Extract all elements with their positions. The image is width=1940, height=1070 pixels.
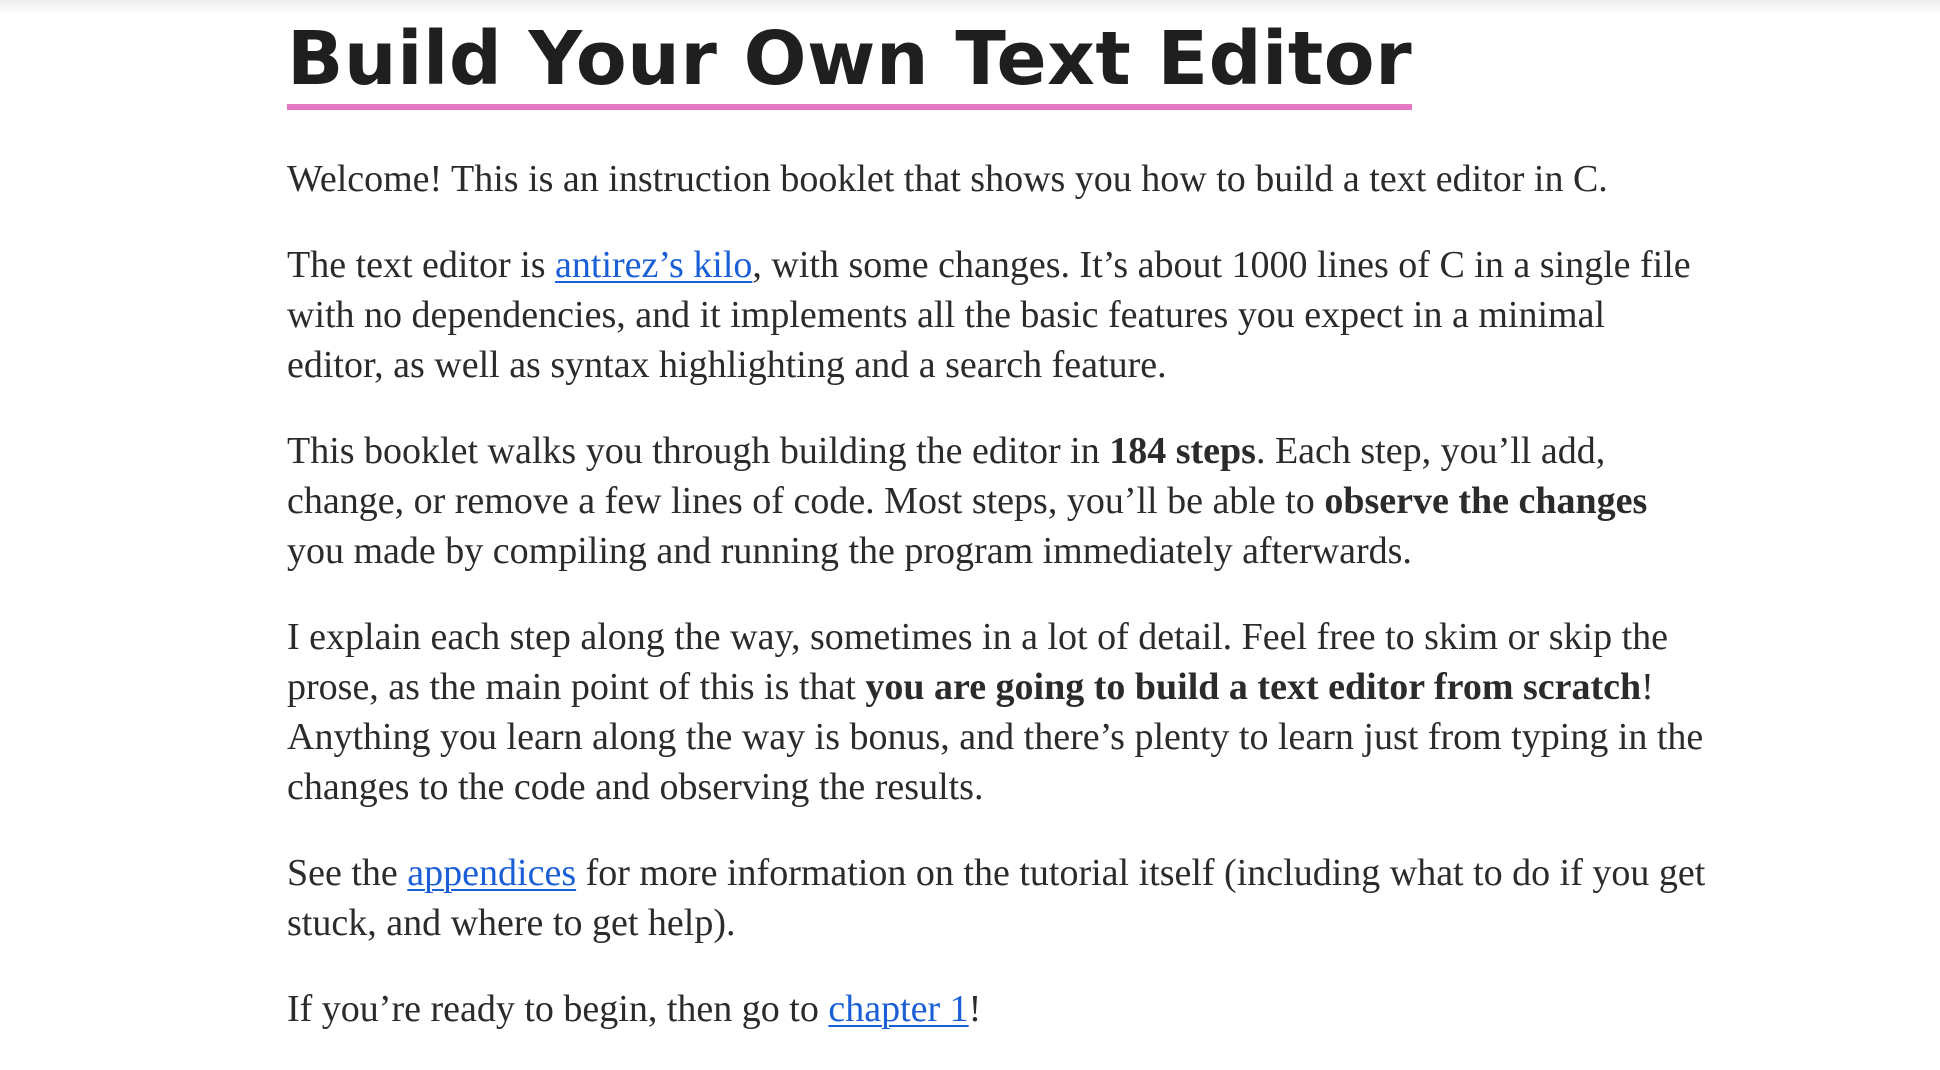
steps-text-1: This booklet walks you through building … xyxy=(287,430,1110,472)
antirez-kilo-link[interactable]: antirez’s kilo xyxy=(555,244,752,286)
appendices-text-1: See the xyxy=(287,852,408,894)
observe-changes-bold: observe the changes xyxy=(1324,480,1648,522)
kilo-paragraph: The text editor is antirez’s kilo, with … xyxy=(287,240,1707,390)
steps-paragraph: This booklet walks you through building … xyxy=(287,426,1707,576)
kilo-text-start: The text editor is xyxy=(287,244,556,286)
begin-paragraph: If you’re ready to begin, then go to cha… xyxy=(287,984,1707,1034)
begin-text-1: If you’re ready to begin, then go to xyxy=(287,988,829,1030)
article-content: Build Your Own Text Editor Welcome! This… xyxy=(287,14,1707,1070)
begin-text-2: ! xyxy=(968,988,982,1030)
explain-paragraph: I explain each step along the way, somet… xyxy=(287,612,1707,812)
page-title: Build Your Own Text Editor xyxy=(287,14,1413,110)
intro-paragraph: Welcome! This is an instruction booklet … xyxy=(287,154,1707,204)
steps-text-3: you made by compiling and running the pr… xyxy=(287,530,1412,572)
intro-text: Welcome! This is an instruction booklet … xyxy=(287,158,1608,200)
chapter-1-link[interactable]: chapter 1 xyxy=(828,988,968,1030)
appendices-paragraph: See the appendices for more information … xyxy=(287,848,1707,948)
top-edge-shadow xyxy=(0,0,1940,14)
build-from-scratch-bold: you are going to build a text editor fro… xyxy=(865,666,1642,708)
appendices-link[interactable]: appendices xyxy=(407,852,576,894)
steps-count-bold: 184 steps xyxy=(1109,430,1256,472)
